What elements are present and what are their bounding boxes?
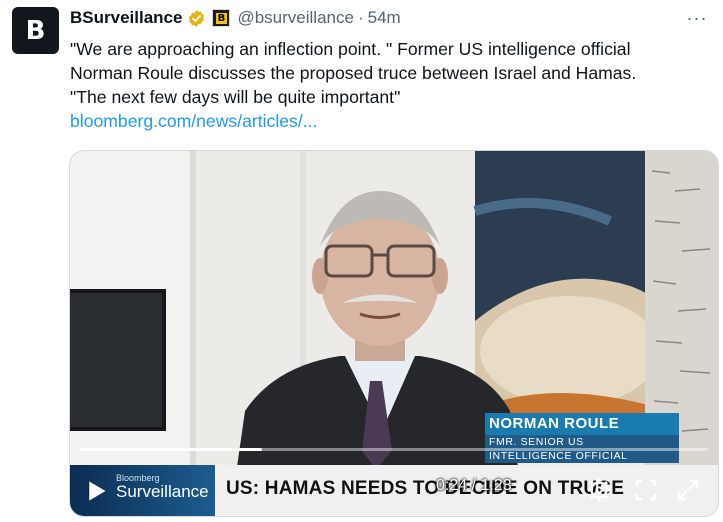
verified-badge-icon[interactable] xyxy=(187,9,206,28)
handle[interactable]: @bsurveillance xyxy=(237,8,353,28)
tweet-text-line: "We are approaching an inflection point.… xyxy=(70,39,631,59)
timecode: 0:24 / 1:23 xyxy=(436,477,512,494)
lower-third-title-line: INTELLIGENCE OFFICIAL xyxy=(489,450,628,462)
progress-fill xyxy=(80,448,263,451)
tweet-text-line: "The next few days will be quite importa… xyxy=(70,87,401,107)
ticker-headline: US: HAMAS NEEDS TO DECIDE ON TRUCE xyxy=(226,478,625,499)
brand-big: Surveillance xyxy=(116,482,209,501)
expand-icon[interactable] xyxy=(676,478,700,502)
news-ticker: Bloomberg Surveillance US: HAMAS NEEDS T… xyxy=(70,465,718,516)
timestamp[interactable]: 54m xyxy=(368,8,401,28)
affiliate-letter: B xyxy=(215,12,227,24)
separator: · xyxy=(357,8,364,27)
progress-bar[interactable] xyxy=(80,448,708,451)
more-icon[interactable]: ··· xyxy=(683,6,711,30)
fullscreen-icon[interactable] xyxy=(634,478,658,502)
lower-third-title-line: FMR. SENIOR US xyxy=(489,436,584,448)
avatar[interactable]: B xyxy=(12,7,59,54)
video-player[interactable]: NORMAN ROULE FMR. SENIOR US INTELLIGENCE… xyxy=(69,150,719,517)
play-icon[interactable] xyxy=(86,479,108,503)
tweet-text-line: Norman Roule discusses the proposed truc… xyxy=(70,63,637,83)
article-link[interactable]: bloomberg.com/news/articles/... xyxy=(70,109,710,133)
display-name[interactable]: BSurveillance xyxy=(70,8,182,28)
lower-third-name: NORMAN ROULE xyxy=(485,413,679,435)
affiliate-badge-icon[interactable]: B xyxy=(212,9,231,27)
tweet-text: "We are approaching an inflection point.… xyxy=(70,37,710,133)
settings-icon[interactable] xyxy=(587,478,611,502)
avatar-letter: B xyxy=(25,15,46,46)
tweet-header: BSurveillance B @bsurveillance · 54m xyxy=(70,7,401,29)
